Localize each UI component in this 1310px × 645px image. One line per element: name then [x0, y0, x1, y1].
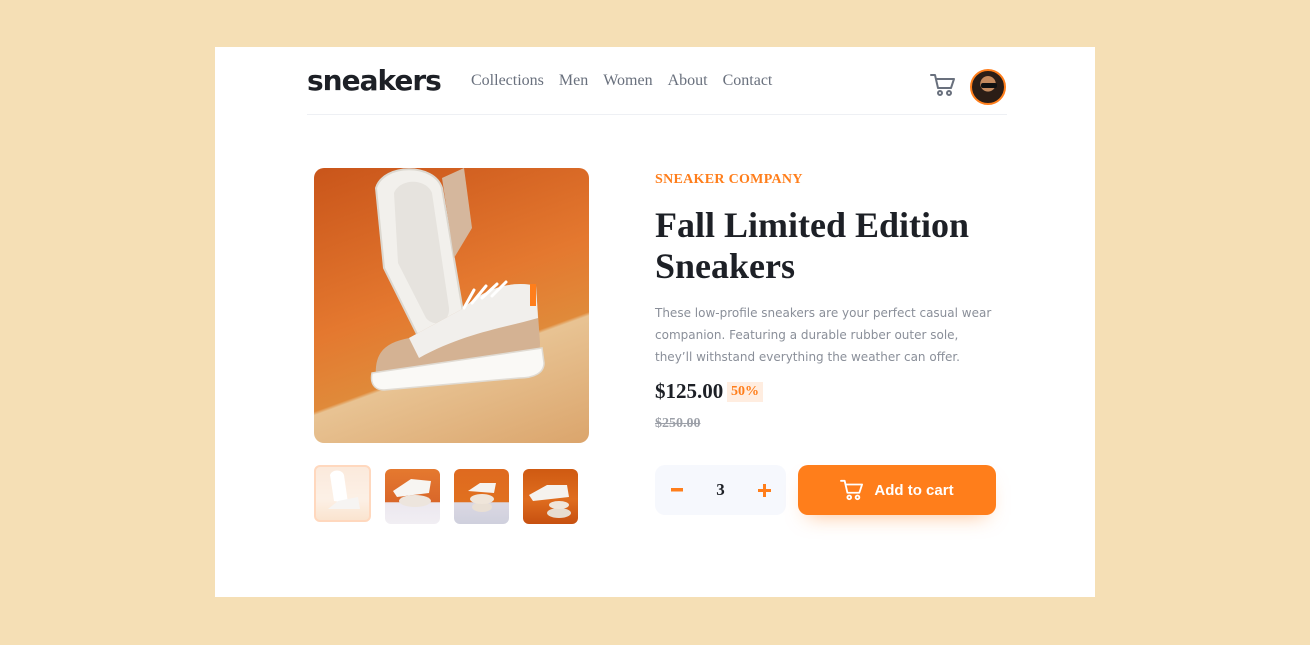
plus-icon [757, 483, 771, 497]
thumbnail-4[interactable] [523, 469, 578, 524]
thumbnail-list [314, 465, 578, 524]
original-price: $250.00 [655, 416, 701, 431]
current-price: $125.00 [655, 379, 724, 403]
add-to-cart-label: Add to cart [874, 481, 954, 499]
avatar-glasses [981, 83, 997, 88]
thumbnail-1-image [328, 470, 360, 509]
nav-about[interactable]: About [668, 72, 708, 90]
cart-icon [930, 74, 955, 96]
product-description: These low-profile sneakers are your perf… [655, 306, 992, 364]
avatar[interactable] [970, 69, 1006, 105]
discount-badge: 50% [727, 382, 763, 402]
thumbnail-2[interactable] [385, 469, 440, 524]
add-to-cart-button[interactable]: Add to cart [798, 465, 996, 515]
thumbnail-3[interactable] [454, 469, 509, 524]
product-card: sneakers Collections Men Women About Con… [215, 47, 1095, 597]
nav-women[interactable]: Women [603, 72, 652, 90]
main-product-image[interactable] [314, 168, 589, 443]
product-title: Fall Limited Edition Sneakers [655, 205, 970, 286]
site-header: sneakers Collections Men Women About Con… [307, 47, 1007, 115]
increase-quantity-button[interactable] [744, 465, 784, 515]
thumbnail-3-image [468, 483, 496, 512]
thumbnail-4-image [529, 485, 571, 518]
cart-icon [840, 479, 864, 501]
minus-icon [671, 488, 683, 492]
main-nav: Collections Men Women About Contact [471, 72, 772, 90]
quantity-value[interactable]: 3 [695, 480, 746, 500]
decrease-quantity-button[interactable] [657, 465, 697, 515]
logo[interactable]: sneakers [307, 64, 442, 97]
company-label: SNEAKER COMPANY [655, 172, 803, 187]
nav-collections[interactable]: Collections [471, 72, 544, 90]
sneaker-illustration [370, 168, 545, 391]
thumbnail-1[interactable] [314, 465, 371, 522]
quantity-stepper: 3 [655, 465, 786, 515]
cart-button[interactable] [930, 73, 958, 99]
nav-men[interactable]: Men [559, 72, 588, 90]
thumbnail-2-image [393, 479, 431, 507]
nav-contact[interactable]: Contact [723, 72, 773, 90]
